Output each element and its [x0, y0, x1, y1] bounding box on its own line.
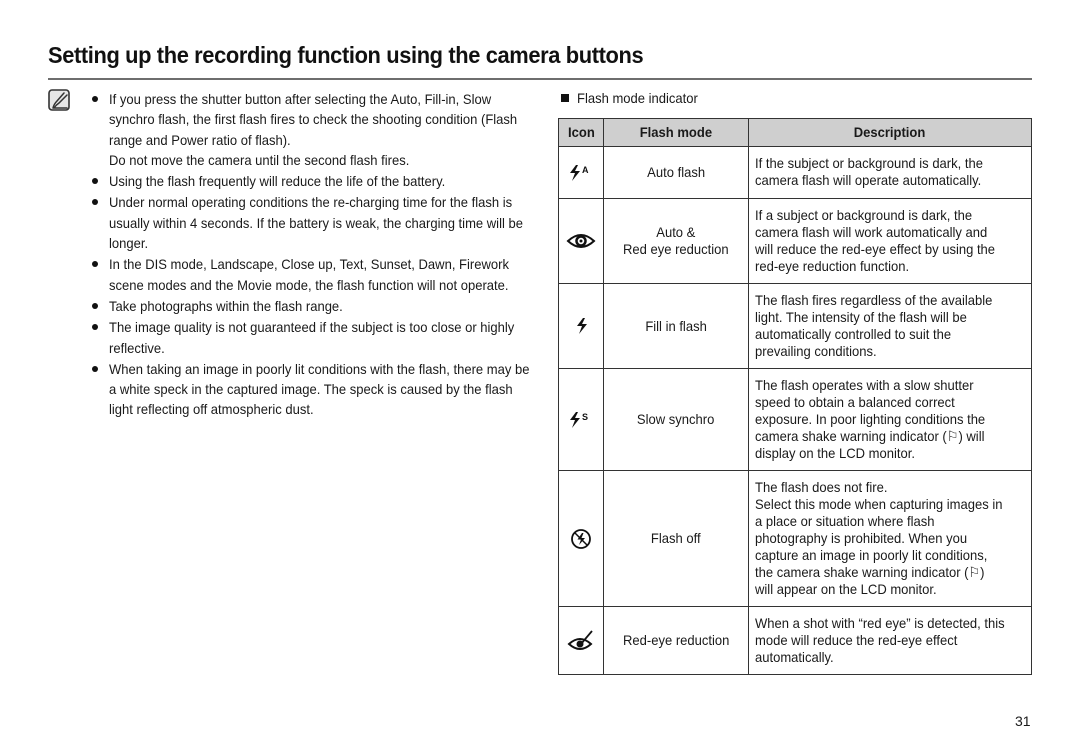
flash-off-icon	[558, 470, 604, 607]
flash-mode-description: The flash operates with a slow shutter s…	[748, 368, 1032, 471]
bullet	[92, 261, 98, 268]
red-eye-fix-icon	[558, 606, 604, 675]
table-row: Flash off The flash does not fire. Selec…	[558, 470, 1032, 607]
flash-mode-table: Icon Flash mode Description A Auto flash…	[558, 118, 1032, 675]
svg-text:S: S	[582, 412, 588, 422]
note-item: Under normal operating conditions the re…	[90, 192, 530, 253]
bullet	[92, 302, 98, 309]
note-item: If you press the shutter button after se…	[90, 89, 530, 170]
header-mode: Flash mode	[602, 118, 750, 147]
svg-text:A: A	[582, 165, 589, 175]
section-label: Flash mode indicator	[561, 90, 707, 106]
slow-synchro-icon: S	[558, 368, 604, 471]
bullet	[92, 365, 98, 372]
page-number: 31	[1015, 713, 1031, 729]
bullet	[92, 324, 98, 331]
page-title: Setting up the recording function using …	[48, 42, 644, 68]
flash-mode-name: Auto & Red eye reduction	[602, 198, 750, 284]
note-item: Take photographs within the flash range.	[90, 296, 530, 316]
bullet	[92, 199, 98, 206]
header-icon: Icon	[558, 118, 604, 147]
red-eye-auto-icon	[558, 198, 604, 284]
fill-flash-icon	[558, 283, 604, 369]
notes-list: If you press the shutter button after se…	[90, 89, 530, 421]
flash-mode-description: The flash does not fire. Select this mod…	[748, 470, 1032, 607]
flash-mode-name: Fill in flash	[602, 283, 750, 369]
flash-mode-description: If the subject or background is dark, th…	[748, 146, 1032, 199]
flash-mode-description: The flash fires regardless of the availa…	[748, 283, 1032, 369]
table-row: A Auto flash If the subject or backgroun…	[558, 146, 1032, 199]
square-bullet-icon	[561, 94, 569, 102]
note-item: The image quality is not guaranteed if t…	[90, 317, 530, 358]
auto-flash-icon: A	[558, 146, 604, 199]
title-divider	[48, 78, 1032, 80]
note-item: In the DIS mode, Landscape, Close up, Te…	[90, 254, 530, 295]
table-row: Red-eye reduction When a shot with “red …	[558, 606, 1032, 675]
header-description: Description	[748, 118, 1032, 147]
flash-mode-name: Auto flash	[602, 146, 750, 199]
table-row: Fill in flash The flash fires regardless…	[558, 283, 1032, 369]
bullet	[92, 178, 98, 185]
table-row: Auto & Red eye reduction If a subject or…	[558, 198, 1032, 284]
flash-mode-name: Slow synchro	[602, 368, 750, 471]
flash-mode-name: Red-eye reduction	[602, 606, 750, 675]
flash-mode-name: Flash off	[602, 470, 750, 607]
bullet	[92, 96, 98, 102]
note-item: When taking an image in poorly lit condi…	[90, 359, 530, 420]
flash-mode-description: If a subject or background is dark, the …	[748, 198, 1032, 284]
flash-mode-description: When a shot with “red eye” is detected, …	[748, 606, 1032, 675]
note-item: Using the flash frequently will reduce t…	[90, 171, 530, 191]
table-row: S Slow synchro The flash operates with a…	[558, 368, 1032, 471]
table-header-row: Icon Flash mode Description	[558, 118, 1032, 147]
note-pencil-icon	[48, 89, 70, 111]
